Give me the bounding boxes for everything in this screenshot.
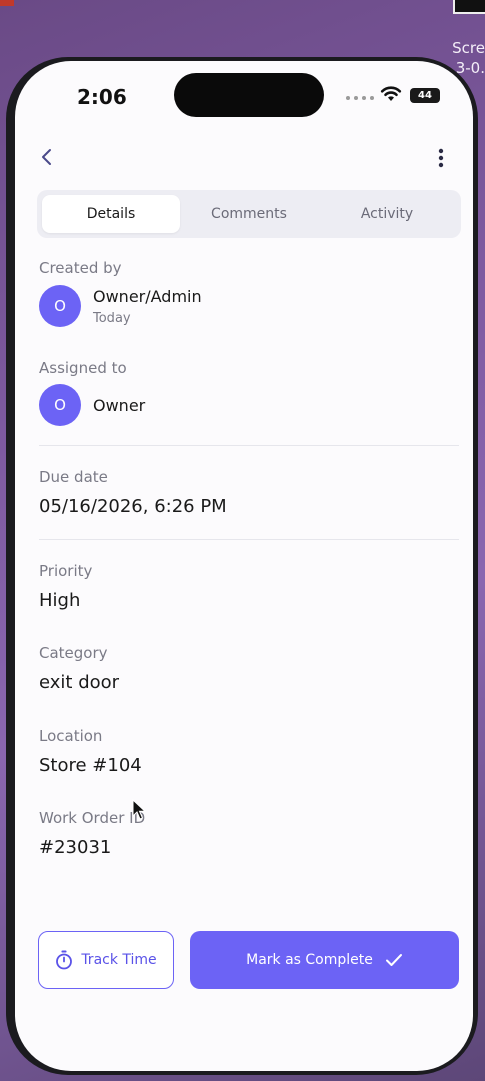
dynamic-island	[174, 73, 324, 117]
track-time-label: Track Time	[81, 952, 157, 968]
created-by-label: Created by	[39, 259, 122, 277]
more-options-icon[interactable]	[433, 147, 449, 169]
priority-value: High	[39, 590, 81, 611]
wifi-icon	[380, 86, 402, 101]
mark-complete-label: Mark as Complete	[246, 952, 373, 968]
created-by-name: Owner/Admin	[93, 287, 202, 306]
due-date-label: Due date	[39, 468, 108, 486]
assigned-to-name: Owner	[93, 396, 146, 415]
mark-complete-button[interactable]: Mark as Complete	[190, 931, 459, 989]
battery-icon: 44	[410, 88, 440, 103]
phone-frame: 2:06 44 Details Comments Activity Create…	[6, 57, 478, 1075]
tab-comments[interactable]: Comments	[180, 195, 318, 233]
work-order-label: Work Order ID	[39, 809, 146, 827]
tab-activity[interactable]: Activity	[318, 195, 456, 233]
track-time-button[interactable]: Track Time	[38, 931, 174, 989]
location-label: Location	[39, 727, 103, 745]
stopwatch-icon	[56, 950, 73, 970]
back-chevron-icon[interactable]	[35, 145, 59, 169]
divider	[39, 539, 459, 540]
checkmark-icon	[385, 954, 402, 966]
assigned-to-label: Assigned to	[39, 359, 127, 377]
work-order-value: #23031	[39, 837, 112, 858]
location-value: Store #104	[39, 755, 142, 776]
signal-icon	[346, 96, 374, 100]
divider	[39, 445, 459, 446]
created-by-time: Today	[93, 311, 131, 326]
desktop-thumbnail	[453, 0, 485, 14]
status-time: 2:06	[77, 85, 127, 109]
desktop-label-line1: Scre	[452, 39, 485, 57]
category-label: Category	[39, 644, 108, 662]
phone-screen: 2:06 44 Details Comments Activity Create…	[15, 61, 473, 1071]
priority-label: Priority	[39, 562, 93, 580]
tab-bar: Details Comments Activity	[37, 190, 461, 238]
mouse-cursor-icon	[132, 799, 146, 820]
avatar: O	[39, 384, 81, 426]
due-date-value: 05/16/2026, 6:26 PM	[39, 496, 227, 517]
desktop-window-edge	[0, 0, 14, 6]
tab-details[interactable]: Details	[42, 195, 180, 233]
avatar: O	[39, 285, 81, 327]
category-value: exit door	[39, 672, 120, 693]
